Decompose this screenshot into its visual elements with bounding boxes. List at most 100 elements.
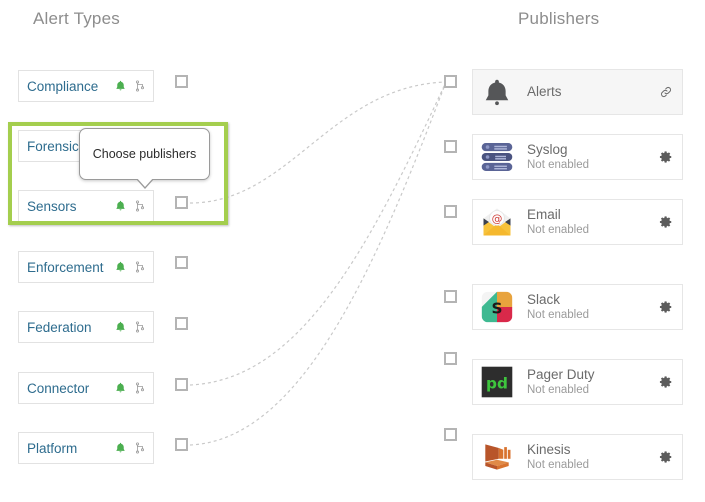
alert-type-row: Federation [18,311,154,343]
alert-type-checkbox[interactable] [175,438,188,451]
publisher-status: Not enabled [527,224,590,237]
alert-type-row: Sensors [18,190,154,222]
publisher-status: Not enabled [527,384,590,397]
slack-icon: S [479,289,515,325]
alert-type-icons [114,312,146,342]
branch-icon[interactable] [134,381,146,395]
alert-types-column-title: Alert Types [33,9,120,28]
alert-type-checkbox[interactable] [175,378,188,391]
publisher-row: Kinesis Not enabled [472,434,683,480]
pagerduty-icon: pd [479,364,515,400]
alert-type-icons [114,191,146,221]
alert-type-federation[interactable]: Federation [18,311,154,343]
alert-type-icons [114,433,146,463]
publisher-row: Syslog Not enabled [472,134,683,180]
bell-icon[interactable] [114,320,127,334]
alert-type-checkbox[interactable] [175,75,188,88]
server-icon [479,139,515,175]
connector-platform-alerts [189,81,447,446]
alert-type-label: Sensors [27,198,77,214]
publisher-text: Slack Not enabled [527,292,589,323]
alert-type-row: Platform [18,432,154,464]
bell-icon[interactable] [114,441,127,455]
svg-text:@: @ [492,212,503,225]
alert-type-checkbox[interactable] [175,196,188,209]
tooltip-text: Choose publishers [92,147,197,161]
branch-icon[interactable] [134,260,146,274]
publisher-name: Pager Duty [527,366,595,382]
publisher-checkbox[interactable] [444,290,457,303]
publisher-card-pager-duty[interactable]: pd Pager Duty Not enabled [472,359,683,405]
alert-type-sensors[interactable]: Sensors [18,190,154,222]
alert-type-checkbox[interactable] [175,256,188,269]
alert-type-row: Compliance [18,70,154,102]
bell-icon[interactable] [114,260,127,274]
gear-icon[interactable] [659,150,673,164]
bell-icon[interactable] [114,199,127,213]
publisher-status: Not enabled [527,309,590,322]
publisher-card-syslog[interactable]: Syslog Not enabled [472,134,683,180]
alert-type-compliance[interactable]: Compliance [18,70,154,102]
publisher-name: Slack [527,291,561,307]
envelope-icon: @ [479,204,515,240]
alert-type-label: Federation [27,319,92,335]
link-icon[interactable] [659,85,673,99]
branch-icon[interactable] [134,79,146,93]
alert-type-icons [114,71,146,101]
publisher-checkbox[interactable] [444,352,457,365]
choose-publishers-tooltip: Choose publishers [79,128,210,189]
publisher-card-email[interactable]: @ Email Not enabled [472,199,683,245]
publisher-name: Syslog [527,141,568,157]
alert-type-row: Connector [18,372,154,404]
gear-icon[interactable] [659,300,673,314]
publisher-status: Not enabled [527,159,590,172]
publisher-name: Email [527,206,561,222]
bell-icon[interactable] [114,381,127,395]
alert-type-row: Enforcement [18,251,154,283]
connector-sensors-alerts [189,81,447,204]
branch-icon[interactable] [134,320,146,334]
branch-icon[interactable] [134,441,146,455]
publisher-row: Alerts [472,69,683,115]
kinesis-icon [479,439,515,475]
publisher-card-slack[interactable]: S Slack Not enabled [472,284,683,330]
alert-type-checkbox[interactable] [175,317,188,330]
publisher-text: Alerts [527,84,562,100]
alert-type-label: Compliance [27,78,99,94]
svg-text:pd: pd [486,374,508,392]
publisher-text: Email Not enabled [527,207,589,238]
alert-type-platform[interactable]: Platform [18,432,154,464]
publisher-text: Kinesis Not enabled [527,442,589,473]
publisher-checkbox[interactable] [444,140,457,153]
alert-type-label: Forensics [27,138,86,154]
bell-icon[interactable] [114,79,127,93]
alert-type-enforcement[interactable]: Enforcement [18,251,154,283]
bell-icon [479,74,515,110]
publishers-column-title: Publishers [518,9,600,28]
publisher-text: Syslog Not enabled [527,142,589,173]
publisher-checkbox[interactable] [444,205,457,218]
publisher-row: pd Pager Duty Not enabled [472,359,683,405]
publisher-name: Alerts [527,84,562,100]
publisher-checkbox[interactable] [444,428,457,441]
publisher-card-kinesis[interactable]: Kinesis Not enabled [472,434,683,480]
svg-text:S: S [491,299,502,317]
publisher-card-alerts[interactable]: Alerts [472,69,683,115]
tooltip-arrow-fill [135,177,154,187]
alert-type-label: Connector [27,380,90,396]
publisher-name: Kinesis [527,441,571,457]
alert-type-icons [114,252,146,282]
publisher-checkbox[interactable] [444,75,457,88]
alert-type-connector[interactable]: Connector [18,372,154,404]
publisher-row: S Slack Not enabled [472,284,683,330]
alert-type-icons [114,373,146,403]
publisher-row: @ Email Not enabled [472,199,683,245]
gear-icon[interactable] [659,215,673,229]
alert-type-label: Platform [27,440,78,456]
gear-icon[interactable] [659,450,673,464]
gear-icon[interactable] [659,375,673,389]
publisher-status: Not enabled [527,459,590,472]
publisher-text: Pager Duty Not enabled [527,367,595,398]
connector-connector-alerts [189,81,447,386]
branch-icon[interactable] [134,199,146,213]
